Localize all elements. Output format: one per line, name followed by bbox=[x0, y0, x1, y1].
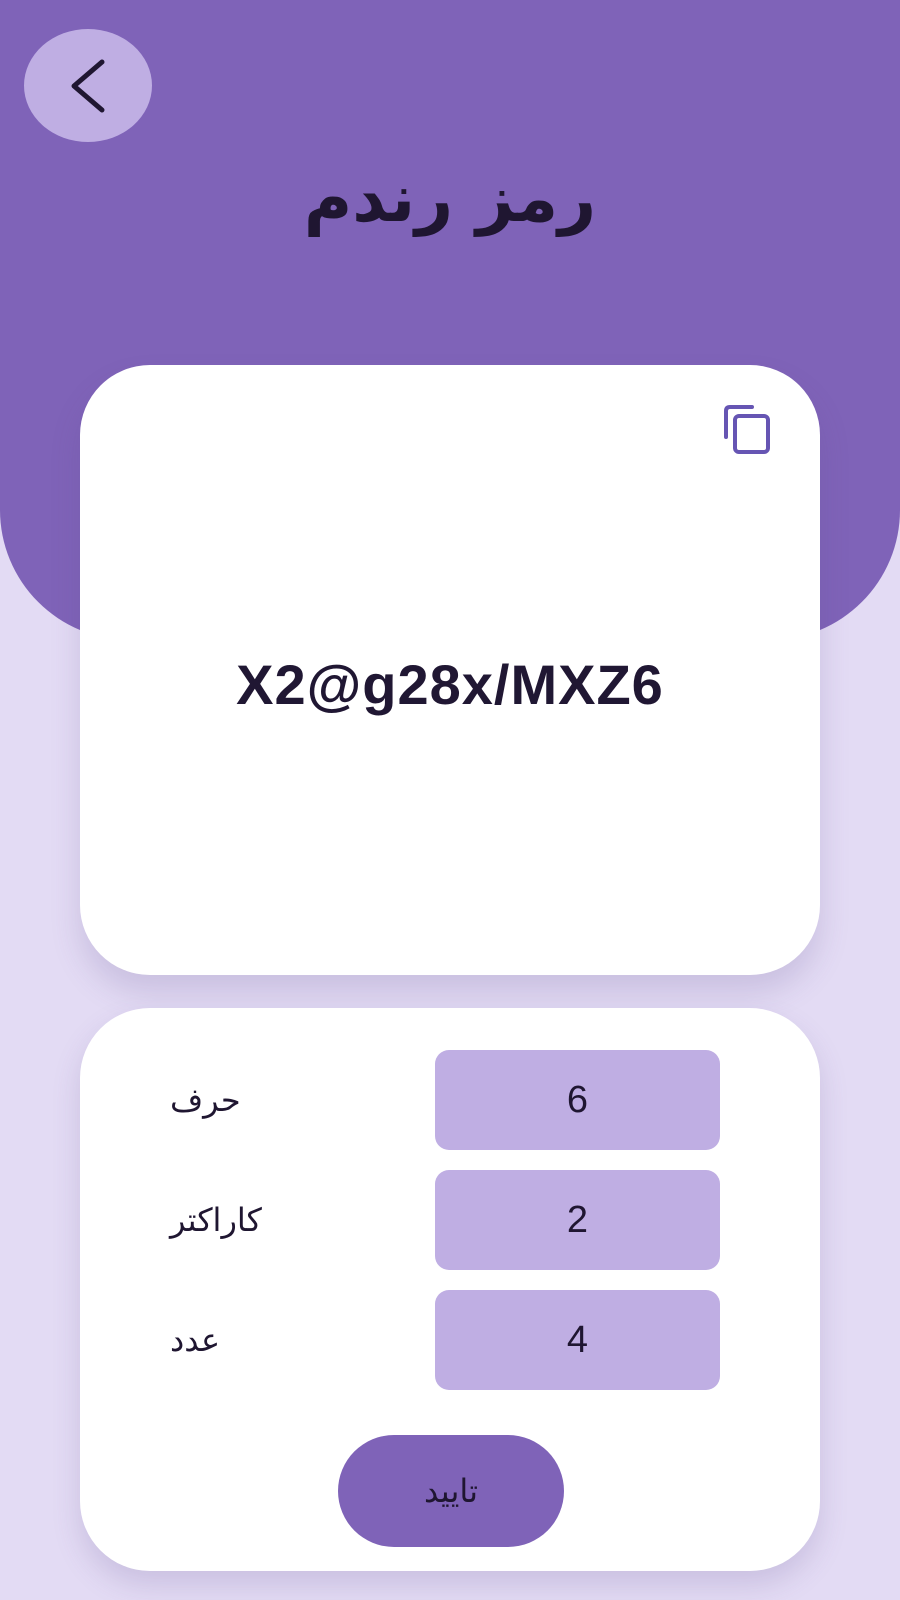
copy-icon bbox=[724, 405, 770, 454]
setting-row-letters: 6 حرف bbox=[80, 1050, 820, 1150]
setting-row-characters: 2 کاراکتر bbox=[80, 1170, 820, 1270]
chevron-left-icon bbox=[71, 59, 105, 112]
numbers-label: عدد bbox=[170, 1321, 221, 1359]
characters-count-field[interactable]: 2 bbox=[435, 1170, 720, 1270]
letters-count-field[interactable]: 6 bbox=[435, 1050, 720, 1150]
setting-row-numbers: 4 عدد bbox=[80, 1290, 820, 1390]
settings-card: 6 حرف 2 کاراکتر 4 عدد تایید bbox=[80, 1008, 820, 1571]
confirm-button[interactable]: تایید bbox=[338, 1435, 564, 1547]
letters-label: حرف bbox=[170, 1081, 241, 1119]
copy-button[interactable] bbox=[720, 403, 774, 457]
password-card: X2@g28x/MXZ6 bbox=[80, 365, 820, 975]
numbers-count-field[interactable]: 4 bbox=[435, 1290, 720, 1390]
page-title: رمز رندم bbox=[303, 160, 597, 237]
random-password-screen: رمز رندم X2@g28x/MXZ6 6 حرف 2 کاراکتر 4 … bbox=[0, 0, 900, 1600]
generated-password: X2@g28x/MXZ6 bbox=[236, 653, 664, 716]
characters-label: کاراکتر bbox=[170, 1201, 262, 1239]
back-button[interactable] bbox=[24, 29, 152, 142]
